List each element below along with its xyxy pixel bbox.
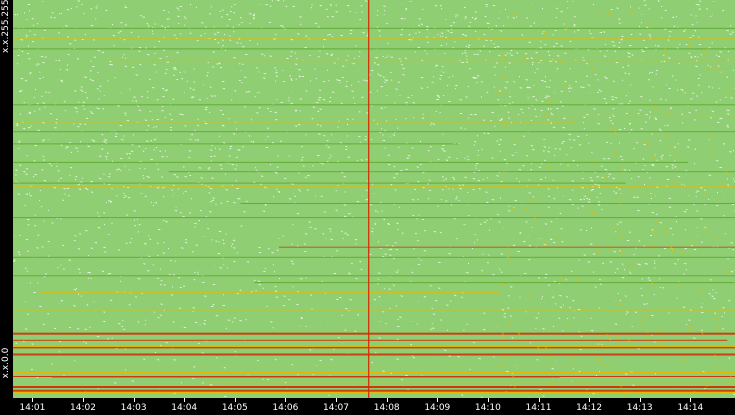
heatmap-row-band-2 (13, 20, 735, 23)
event-marker-line (368, 0, 370, 398)
heatmap-row-band-41 (51, 376, 560, 378)
heatmap-row-band-0 (13, 2, 735, 4)
heatmap-row-band-28 (13, 256, 735, 258)
heatmap-row-band-8 (13, 82, 735, 85)
x-tick-label-7: 14:08 (373, 403, 400, 413)
heatmap-row-band-6 (109, 59, 735, 61)
heatmap-row-band-23 (13, 207, 523, 210)
heatmap-row-band-35 (296, 321, 735, 324)
x-tick-mark-7 (386, 398, 388, 402)
heatmap-row-band-16 (182, 152, 735, 155)
x-tick-mark-0 (32, 398, 34, 402)
heatmap-row-band-34 (13, 310, 735, 312)
heatmap-row-band-17 (13, 161, 688, 163)
heatmap-row-band-37 (13, 339, 728, 341)
x-tick-mark-12 (639, 398, 641, 402)
heatmap-row-band-26 (13, 236, 735, 239)
heatmap-row-band-27 (278, 246, 735, 248)
heatmap-dense-band-3 (13, 392, 735, 393)
heatmap-row-band-25 (268, 225, 735, 228)
x-tick-label-11: 14:12 (576, 403, 603, 413)
y-tick-label-bottom: x.x.0.0 (1, 347, 11, 379)
x-tick-mark-9 (487, 398, 489, 402)
heatmap-row-band-11 (222, 115, 735, 117)
chart-frame: x.x.255.255 x.x.0.0 14:01 14:02 14:03 14:04… (0, 0, 735, 415)
x-tick-mark-11 (589, 398, 591, 402)
x-tick-mark-1 (83, 398, 84, 402)
heatmap-plot-area (13, 0, 735, 398)
heatmap-dense-band-4 (13, 361, 735, 362)
heatmap-row-band-3 (13, 27, 735, 29)
heatmap-row-band-19 (13, 182, 626, 184)
heatmap-row-band-7 (135, 71, 735, 72)
heatmap-svg (13, 0, 735, 398)
x-tick-label-2: 14:03 (120, 403, 147, 413)
heatmap-dense-band-5 (13, 346, 735, 347)
x-tick-mark-2 (133, 398, 135, 402)
heatmap-row-band-9 (13, 93, 665, 96)
heatmap-row-band-5 (13, 48, 735, 50)
heatmap-row-band-12 (13, 121, 571, 123)
heatmap-row-band-15 (13, 143, 460, 145)
heatmap-row-band-33 (13, 301, 735, 304)
heatmap-row-band-44 (13, 389, 735, 392)
x-tick-label-3: 14:04 (171, 403, 198, 413)
heatmap-row-band-36 (13, 332, 735, 335)
x-axis: 14:01 14:02 14:03 14:04 14:05 14:06 14:07 14:08… (13, 398, 735, 415)
heatmap-dense-band-1 (13, 376, 735, 377)
x-tick-mark-13 (690, 398, 692, 402)
x-tick-mark-10 (538, 398, 540, 402)
heatmap-row-band-39 (13, 353, 735, 356)
heatmap-dense-band-0 (13, 372, 735, 373)
x-tick-mark-4 (234, 398, 236, 402)
x-tick-mark-5 (285, 398, 287, 402)
y-tick-label-top: x.x.255.255 (1, 0, 11, 53)
heatmap-row-band-32 (40, 292, 500, 294)
heatmap-row-band-24 (13, 217, 735, 219)
heatmap-row-band-1 (275, 12, 735, 15)
heatmap-row-band-22 (240, 203, 735, 204)
heatmap-row-band-20 (13, 185, 735, 187)
x-tick-label-5: 14:06 (272, 403, 299, 413)
heatmap-row-band-10 (13, 104, 735, 106)
heatmap-row-band-40 (49, 365, 596, 367)
heatmap-row-band-14 (13, 137, 735, 140)
heatmap-row-band-18 (168, 171, 735, 173)
x-tick-label-0: 14:01 (19, 403, 46, 413)
heatmap-row-band-42 (204, 381, 735, 383)
heatmap-row-band-4 (13, 37, 735, 39)
x-tick-label-13: 14:14 (677, 403, 704, 413)
x-tick-mark-8 (437, 398, 439, 402)
heatmap-row-band-31 (254, 282, 735, 284)
heatmap-row-band-29 (13, 265, 735, 268)
x-tick-label-8: 14:09 (424, 403, 451, 413)
x-tick-label-10: 14:11 (525, 403, 552, 413)
x-tick-mark-3 (184, 398, 186, 402)
x-tick-label-1: 14:02 (70, 403, 96, 413)
x-tick-mark-6 (336, 398, 337, 402)
heatmap-row-band-30 (13, 275, 735, 277)
x-tick-label-6: 14:07 (323, 403, 349, 413)
heatmap-row-band-13 (13, 131, 735, 133)
x-tick-label-9: 14:10 (474, 403, 501, 413)
x-tick-label-4: 14:05 (221, 403, 248, 413)
heatmap-dense-band-2 (13, 386, 735, 388)
x-tick-label-12: 14:13 (626, 403, 653, 413)
heatmap-dense-band-6 (13, 325, 735, 326)
